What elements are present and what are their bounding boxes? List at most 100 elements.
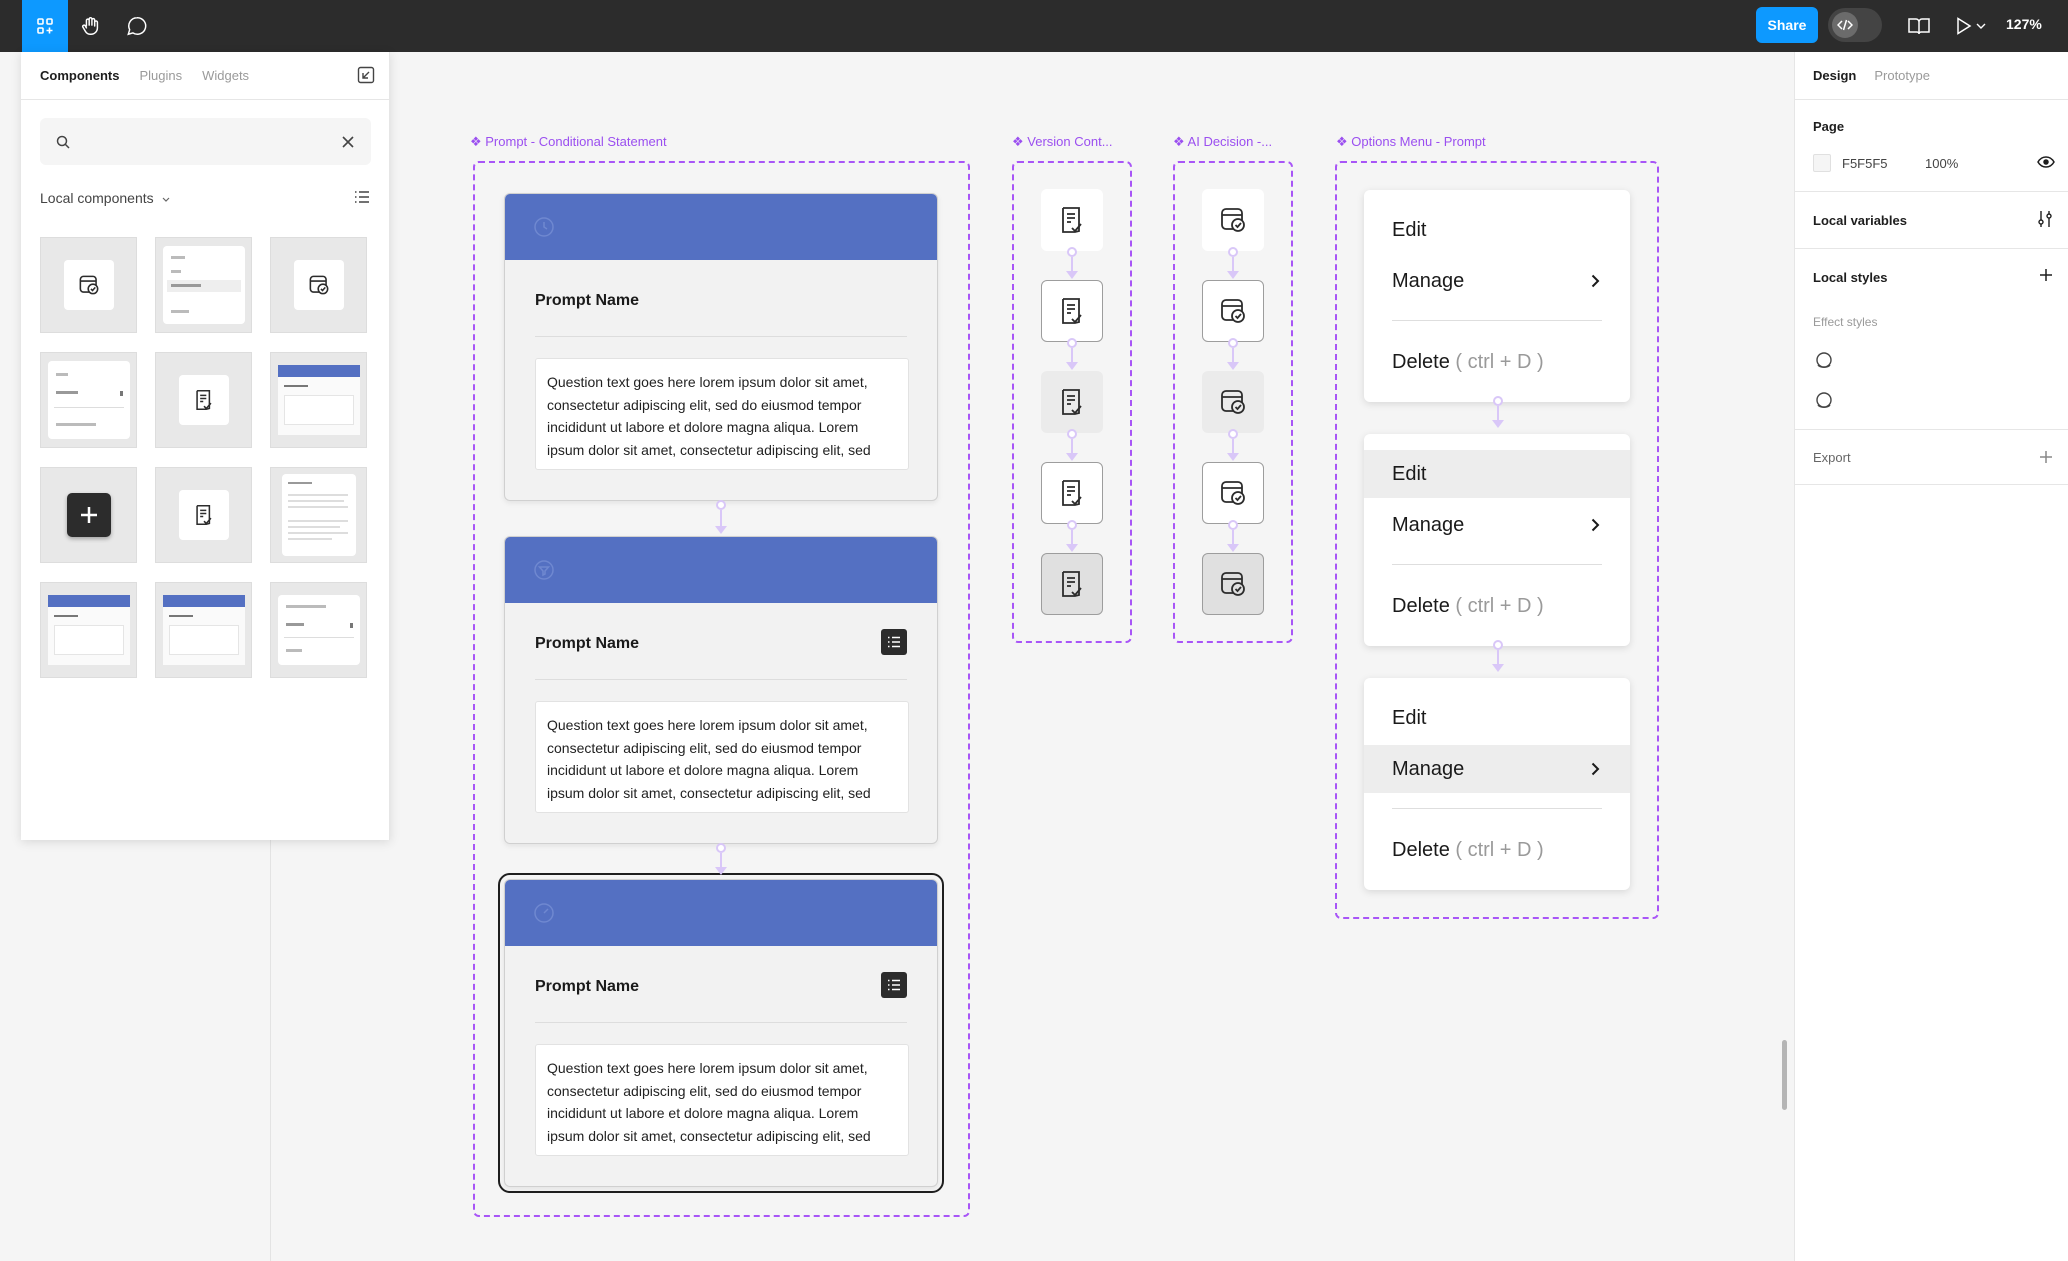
library-button[interactable] (1904, 12, 1934, 40)
shortcut-hint: ( ctrl + D ) (1455, 350, 1544, 373)
page-color-value[interactable]: F5F5F5 (1842, 156, 1888, 171)
ai-tile-bordered[interactable] (1202, 462, 1264, 524)
play-icon (1957, 17, 1972, 35)
tab-prototype[interactable]: Prototype (1874, 68, 1930, 83)
component-thumb[interactable] (155, 352, 252, 448)
options-menu[interactable]: Edit Manage Delete ( ctrl + D ) (1364, 678, 1630, 890)
question-text[interactable]: Question text goes here lorem ipsum dolo… (535, 358, 909, 470)
ai-tile-hover[interactable] (1202, 371, 1264, 433)
ai-tile-pressed[interactable] (1202, 553, 1264, 615)
section-label-ai-decision[interactable]: ❖ AI Decision -... (1173, 134, 1272, 150)
sliders-icon[interactable] (2037, 210, 2053, 228)
prompt-card[interactable]: Prompt Name Question text goes here lore… (504, 193, 938, 501)
version-tile-focused[interactable] (1041, 280, 1103, 342)
menu-item-delete[interactable]: Delete ( ctrl + D ) (1364, 338, 1630, 386)
component-thumb[interactable] (270, 237, 367, 333)
effect-style-icon[interactable] (1815, 352, 1833, 370)
connector-dot (1067, 429, 1077, 439)
list-button[interactable] (881, 972, 907, 998)
menu-item-edit-highlighted[interactable]: Edit (1364, 450, 1630, 498)
prompt-card-selected[interactable]: Prompt Name Question text goes here lore… (498, 873, 944, 1193)
effect-styles-label: Effect styles (1813, 315, 1878, 329)
component-thumb[interactable] (40, 582, 137, 678)
close-icon[interactable] (341, 135, 355, 149)
connector-dot (1228, 429, 1238, 439)
component-thumb[interactable] (155, 582, 252, 678)
component-thumb[interactable] (40, 467, 137, 563)
present-button[interactable] (1956, 12, 1996, 40)
ai-tile-focused[interactable] (1202, 280, 1264, 342)
plus-icon[interactable] (2039, 450, 2053, 464)
component-thumb[interactable] (40, 352, 137, 448)
component-thumb[interactable] (155, 467, 252, 563)
options-menu[interactable]: Edit Manage Delete ( ctrl + D ) (1364, 190, 1630, 402)
list-button[interactable] (881, 629, 907, 655)
local-components-dropdown[interactable]: Local components (40, 190, 170, 206)
list-view-icon[interactable] (354, 190, 370, 204)
options-menu[interactable]: Edit Manage Delete ( ctrl + D ) (1364, 434, 1630, 646)
version-tile-hover[interactable] (1041, 371, 1103, 433)
section-label-version-control[interactable]: ❖ Version Cont... (1012, 134, 1113, 150)
menu-item-label: Delete (1392, 350, 1450, 373)
menu-item-manage[interactable]: Manage (1364, 257, 1630, 305)
version-tile-default[interactable] (1041, 189, 1103, 251)
component-thumb[interactable] (155, 237, 252, 333)
question-text[interactable]: Question text goes here lorem ipsum dolo… (535, 701, 909, 813)
calendar-check-icon (1221, 208, 1245, 232)
document-check-icon (1062, 480, 1082, 506)
component-thumb[interactable] (40, 237, 137, 333)
components-icon (37, 18, 53, 34)
plus-icon[interactable] (2039, 268, 2053, 282)
properties-tabs: Design Prototype (1795, 52, 2068, 83)
tab-components[interactable]: Components (40, 68, 119, 83)
dev-mode-toggle[interactable] (1828, 8, 1882, 42)
section-label-prompt-conditional[interactable]: ❖ Prompt - Conditional Statement (470, 134, 667, 150)
hand-tool-button[interactable] (68, 0, 114, 52)
search-input[interactable] (40, 118, 371, 165)
menu-divider (1392, 808, 1602, 809)
gauge-icon (534, 903, 554, 923)
calendar-check-icon (1221, 572, 1245, 596)
version-tile-pressed[interactable] (1041, 553, 1103, 615)
tab-design[interactable]: Design (1813, 68, 1856, 83)
detach-panel-icon[interactable] (357, 66, 375, 84)
thumb-mini-options-menu (47, 361, 130, 439)
divider (535, 1022, 907, 1023)
assets-tool-button[interactable] (22, 0, 68, 52)
page-color-swatch[interactable] (1813, 154, 1831, 172)
menu-item-label: Edit (1392, 462, 1427, 485)
menu-item-delete[interactable]: Delete ( ctrl + D ) (1364, 582, 1630, 630)
tab-widgets[interactable]: Widgets (202, 68, 249, 83)
menu-item-manage-highlighted[interactable]: Manage (1364, 745, 1630, 793)
component-thumb[interactable] (270, 467, 367, 563)
ai-tile-default[interactable] (1202, 189, 1264, 251)
chevron-right-icon (1591, 762, 1600, 776)
menu-item-label: Delete (1392, 594, 1450, 617)
assets-tabs: Components Plugins Widgets (21, 52, 389, 83)
version-tile-bordered[interactable] (1041, 462, 1103, 524)
page-opacity-value[interactable]: 100% (1925, 156, 1958, 171)
connector-dot (1067, 247, 1077, 257)
document-check-icon (195, 505, 212, 525)
filter-icon (534, 560, 554, 580)
question-text[interactable]: Question text goes here lorem ipsum dolo… (535, 1044, 909, 1156)
canvas-scrollbar[interactable] (1782, 1040, 1787, 1110)
local-variables-title[interactable]: Local variables (1813, 213, 1907, 228)
divider (1795, 429, 2068, 430)
document-check-icon (1062, 571, 1082, 597)
section-label-options-menu[interactable]: ❖ Options Menu - Prompt (1336, 134, 1486, 150)
menu-item-edit[interactable]: Edit (1364, 694, 1630, 742)
component-thumb[interactable] (270, 352, 367, 448)
menu-item-edit[interactable]: Edit (1364, 206, 1630, 254)
eye-icon[interactable] (2037, 156, 2055, 168)
zoom-level[interactable]: 127% (2006, 16, 2042, 32)
tab-plugins[interactable]: Plugins (139, 68, 182, 83)
prompt-card[interactable]: Prompt Name Question text goes here lore… (504, 536, 938, 844)
component-thumb[interactable] (270, 582, 367, 678)
menu-item-manage[interactable]: Manage (1364, 501, 1630, 549)
menu-item-delete[interactable]: Delete ( ctrl + D ) (1364, 826, 1630, 874)
thumb-plus-button (66, 493, 111, 537)
share-button[interactable]: Share (1756, 7, 1818, 43)
effect-style-icon[interactable] (1815, 392, 1833, 410)
comment-tool-button[interactable] (114, 0, 160, 52)
